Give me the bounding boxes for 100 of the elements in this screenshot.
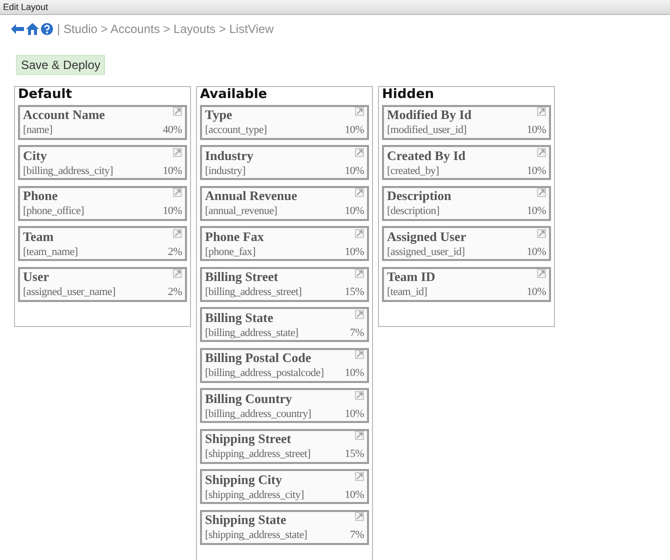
field-label: Billing State <box>205 310 274 326</box>
edit-icon[interactable] <box>355 350 364 359</box>
field-width: 10% <box>344 244 364 258</box>
field-name: [shipping_address_street] <box>205 447 311 461</box>
field-card[interactable]: Account Name [name] 40% <box>18 104 187 140</box>
edit-icon[interactable] <box>173 228 182 238</box>
field-label: Shipping State <box>205 512 286 528</box>
save-deploy-button[interactable]: Save & Deploy <box>16 55 106 75</box>
field-width: 10% <box>526 285 546 299</box>
field-card[interactable]: Shipping Street [shipping_address_street] 15% <box>200 428 369 464</box>
edit-icon[interactable] <box>173 148 182 156</box>
field-width: 10% <box>526 123 546 137</box>
field-card[interactable]: Shipping State [shipping_address_state] 7% <box>200 510 369 544</box>
field-card[interactable]: Description [description] 10% <box>382 186 551 220</box>
field-card[interactable]: Modified By Id [modified_user_id] 10% <box>382 104 551 140</box>
field-width: 10% <box>526 204 546 218</box>
field-name: [industry] <box>205 164 246 178</box>
edit-icon[interactable] <box>355 390 364 400</box>
field-width: 10% <box>344 204 364 218</box>
edit-icon[interactable] <box>173 188 182 197</box>
field-card[interactable]: Created By Id [created_by] 10% <box>382 145 551 180</box>
field-name: [billing_address_street] <box>205 285 302 299</box>
field-label: Billing Postal Code <box>205 350 312 366</box>
field-width: 2% <box>168 244 182 258</box>
field-name: [modified_user_id] <box>387 123 467 137</box>
field-card[interactable]: Industry [industry] 10% <box>200 145 369 180</box>
edit-icon[interactable] <box>173 107 182 116</box>
field-card[interactable]: Team [team_name] 2% <box>18 226 187 261</box>
field-card[interactable]: Billing Country [billing_address_country] 10% <box>200 388 369 423</box>
field-card[interactable]: Annual Revenue [annual_revenue] 10% <box>200 186 369 220</box>
field-label: City <box>23 148 47 164</box>
field-width: 15% <box>344 447 364 461</box>
field-label: Shipping City <box>205 472 282 488</box>
edit-icon[interactable] <box>537 107 546 116</box>
field-label: Type <box>205 107 232 123</box>
field-card[interactable]: Billing Street [billing_address_street] 15% <box>200 266 369 302</box>
edit-icon[interactable] <box>355 148 364 156</box>
column-title: Available <box>200 88 268 102</box>
field-name: [phone_fax] <box>205 244 256 258</box>
field-label: Phone <box>23 188 58 204</box>
edit-icon[interactable] <box>355 269 364 278</box>
field-name: [billing_address_state] <box>205 326 298 340</box>
field-width: 10% <box>162 204 182 218</box>
field-card[interactable]: Type [account_type] 10% <box>200 104 369 140</box>
field-width: 10% <box>344 366 364 380</box>
edit-icon[interactable] <box>355 431 364 440</box>
field-width: 10% <box>344 123 364 137</box>
field-name: [shipping_address_state] <box>205 528 308 542</box>
field-card[interactable]: User [assigned_user_name] 2% <box>18 266 187 302</box>
field-width: 40% <box>162 123 182 137</box>
edit-icon[interactable] <box>355 512 364 521</box>
field-width: 10% <box>526 244 546 258</box>
field-label: Billing Street <box>205 269 278 285</box>
edit-icon[interactable] <box>355 472 364 480</box>
field-card[interactable]: Assigned User [assigned_user_id] 10% <box>382 226 551 261</box>
home-icon[interactable] <box>26 22 39 34</box>
field-card[interactable]: Team ID [team_id] 10% <box>382 266 551 302</box>
field-name: [shipping_address_city] <box>205 488 304 502</box>
edit-icon[interactable] <box>537 188 546 197</box>
edit-icon[interactable] <box>537 269 546 278</box>
edit-icon[interactable] <box>355 310 364 318</box>
field-name: [team_name] <box>23 244 78 258</box>
edit-icon[interactable] <box>355 188 364 197</box>
edit-icon[interactable] <box>537 148 546 156</box>
field-label: Team <box>23 228 54 244</box>
field-width: 10% <box>344 164 364 178</box>
field-card[interactable]: City [billing_address_city] 10% <box>18 145 187 180</box>
field-width: 10% <box>344 488 364 502</box>
field-name: [created_by] <box>387 164 439 178</box>
edit-icon[interactable] <box>355 228 364 238</box>
field-label: Team ID <box>387 269 436 285</box>
field-width: 7% <box>350 326 364 340</box>
column-title: Hidden <box>382 88 436 102</box>
field-label: Annual Revenue <box>205 188 298 204</box>
field-name: [account_type] <box>205 123 267 137</box>
field-width: 10% <box>162 164 182 178</box>
title-bar: Edit Layout <box>0 0 670 15</box>
field-label: Modified By Id <box>387 107 472 123</box>
field-label: Phone Fax <box>205 228 264 244</box>
field-width: 15% <box>344 285 364 299</box>
field-width: 10% <box>344 406 364 420</box>
field-name: [name] <box>23 123 52 137</box>
edit-icon[interactable] <box>173 269 182 278</box>
field-name: [assigned_user_id] <box>387 244 465 258</box>
field-name: [billing_address_postalcode] <box>205 366 324 380</box>
field-card[interactable]: Billing State [billing_address_state] 7% <box>200 307 369 342</box>
field-label: Account Name <box>23 107 105 123</box>
column-title: Default <box>18 88 73 102</box>
field-card[interactable]: Billing Postal Code [billing_address_postalcode] 10% <box>200 348 369 382</box>
field-width: 7% <box>350 528 364 542</box>
back-arrow-icon[interactable] <box>11 24 24 34</box>
help-icon[interactable] <box>41 22 53 34</box>
field-card[interactable]: Shipping City [shipping_address_city] 10% <box>200 469 369 504</box>
edit-icon[interactable] <box>355 107 364 116</box>
field-card[interactable]: Phone Fax [phone_fax] 10% <box>200 226 369 261</box>
field-width: 2% <box>168 285 182 299</box>
field-card[interactable]: Phone [phone_office] 10% <box>18 186 187 220</box>
field-name: [billing_address_city] <box>23 164 113 178</box>
edit-icon[interactable] <box>537 228 546 238</box>
field-label: Billing Country <box>205 390 292 406</box>
